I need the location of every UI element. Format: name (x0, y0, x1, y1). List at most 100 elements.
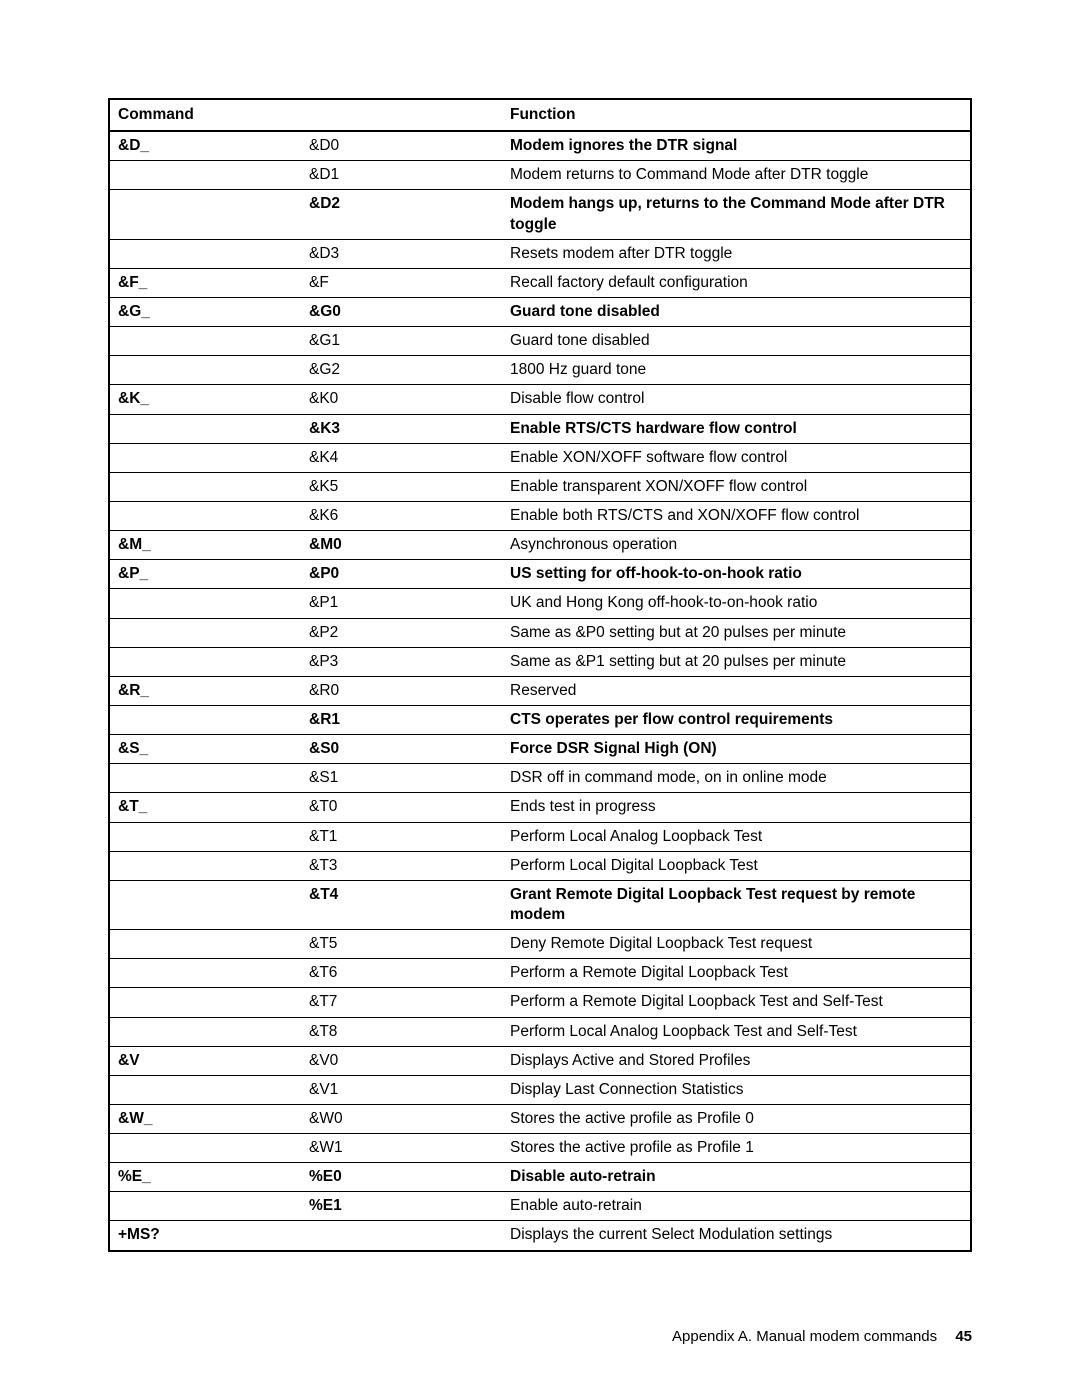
command-cell: &T6 (301, 959, 502, 988)
table-row: +MS?Displays the current Select Modulati… (109, 1221, 971, 1251)
command-cell: &K6 (301, 501, 502, 530)
function-cell: Enable auto-retrain (502, 1192, 971, 1221)
function-cell: Disable auto-retrain (502, 1163, 971, 1192)
table-row: &D_&D0Modem ignores the DTR signal (109, 131, 971, 161)
function-cell: Display Last Connection Statistics (502, 1075, 971, 1104)
function-cell: Ends test in progress (502, 793, 971, 822)
command-cell: &P1 (301, 589, 502, 618)
command-cell: &T7 (301, 988, 502, 1017)
table-row: %E_%E0Disable auto-retrain (109, 1163, 971, 1192)
command-group-cell (109, 1134, 301, 1163)
command-group-cell: &D_ (109, 131, 301, 161)
command-cell: &P2 (301, 618, 502, 647)
table-row: &W1Stores the active profile as Profile … (109, 1134, 971, 1163)
command-cell: &K4 (301, 443, 502, 472)
table-row: &K3Enable RTS/CTS hardware flow control (109, 414, 971, 443)
table-row: &P2Same as &P0 setting but at 20 pulses … (109, 618, 971, 647)
command-group-cell: &V (109, 1046, 301, 1075)
table-row: &K5Enable transparent XON/XOFF flow cont… (109, 472, 971, 501)
command-cell: &K3 (301, 414, 502, 443)
command-cell: &T1 (301, 822, 502, 851)
command-cell: &G0 (301, 297, 502, 326)
table-row: &T1Perform Local Analog Loopback Test (109, 822, 971, 851)
command-group-cell (109, 647, 301, 676)
command-group-cell (109, 161, 301, 190)
command-cell: &M0 (301, 531, 502, 560)
function-cell: Perform Local Analog Loopback Test and S… (502, 1017, 971, 1046)
command-cell (301, 1221, 502, 1251)
command-cell: &R1 (301, 705, 502, 734)
table-row: &D2Modem hangs up, returns to the Comman… (109, 190, 971, 239)
command-group-cell (109, 501, 301, 530)
function-cell: Perform Local Digital Loopback Test (502, 851, 971, 880)
table-body: Command Function &D_&D0Modem ignores the… (109, 99, 971, 1251)
function-cell: UK and Hong Kong off-hook-to-on-hook rat… (502, 589, 971, 618)
command-group-cell (109, 327, 301, 356)
command-group-cell (109, 822, 301, 851)
command-cell: &T8 (301, 1017, 502, 1046)
table-row: &T3Perform Local Digital Loopback Test (109, 851, 971, 880)
function-cell: Deny Remote Digital Loopback Test reques… (502, 930, 971, 959)
command-cell: &W1 (301, 1134, 502, 1163)
command-cell: &K0 (301, 385, 502, 414)
command-cell: &F (301, 268, 502, 297)
function-cell: Enable XON/XOFF software flow control (502, 443, 971, 472)
command-group-cell (109, 880, 301, 929)
table-row: &D1Modem returns to Command Mode after D… (109, 161, 971, 190)
command-cell: &T0 (301, 793, 502, 822)
command-group-cell (109, 356, 301, 385)
command-cell: &D1 (301, 161, 502, 190)
command-cell: %E0 (301, 1163, 502, 1192)
table-row: &T8Perform Local Analog Loopback Test an… (109, 1017, 971, 1046)
command-cell: &D3 (301, 239, 502, 268)
table-row: &R_&R0Reserved (109, 676, 971, 705)
command-cell: &P3 (301, 647, 502, 676)
function-cell: 1800 Hz guard tone (502, 356, 971, 385)
table-row: &R1CTS operates per flow control require… (109, 705, 971, 734)
command-group-cell (109, 959, 301, 988)
function-cell: Stores the active profile as Profile 1 (502, 1134, 971, 1163)
table-row: &S1DSR off in command mode, on in online… (109, 764, 971, 793)
function-cell: Perform a Remote Digital Loopback Test a… (502, 988, 971, 1017)
command-group-cell (109, 705, 301, 734)
command-group-cell (109, 1192, 301, 1221)
command-cell: &V1 (301, 1075, 502, 1104)
table-row: &T_&T0Ends test in progress (109, 793, 971, 822)
table-row: &S_&S0Force DSR Signal High (ON) (109, 735, 971, 764)
command-cell: &S0 (301, 735, 502, 764)
command-group-cell (109, 239, 301, 268)
command-cell: &G2 (301, 356, 502, 385)
command-cell: &D0 (301, 131, 502, 161)
command-cell: &T3 (301, 851, 502, 880)
table-row: &V&V0Displays Active and Stored Profiles (109, 1046, 971, 1075)
command-group-cell (109, 443, 301, 472)
command-cell: &R0 (301, 676, 502, 705)
function-cell: Stores the active profile as Profile 0 (502, 1104, 971, 1133)
table-row: %E1Enable auto-retrain (109, 1192, 971, 1221)
function-cell: Guard tone disabled (502, 327, 971, 356)
command-group-cell: &T_ (109, 793, 301, 822)
function-cell: Modem ignores the DTR signal (502, 131, 971, 161)
function-cell: Displays the current Select Modulation s… (502, 1221, 971, 1251)
command-group-cell: &F_ (109, 268, 301, 297)
function-cell: Enable transparent XON/XOFF flow control (502, 472, 971, 501)
table-row: &T6Perform a Remote Digital Loopback Tes… (109, 959, 971, 988)
command-group-cell: &S_ (109, 735, 301, 764)
function-cell: CTS operates per flow control requiremen… (502, 705, 971, 734)
table-row: &K6Enable both RTS/CTS and XON/XOFF flow… (109, 501, 971, 530)
function-cell: Asynchronous operation (502, 531, 971, 560)
table-row: &K4Enable XON/XOFF software flow control (109, 443, 971, 472)
command-group-cell: &W_ (109, 1104, 301, 1133)
page-footer: Appendix A. Manual modem commands 45 (672, 1328, 972, 1345)
function-cell: DSR off in command mode, on in online mo… (502, 764, 971, 793)
command-cell: &V0 (301, 1046, 502, 1075)
command-cell: &W0 (301, 1104, 502, 1133)
function-cell: Same as &P0 setting but at 20 pulses per… (502, 618, 971, 647)
function-cell: Guard tone disabled (502, 297, 971, 326)
command-group-cell (109, 472, 301, 501)
footer-text: Appendix A. Manual modem commands (672, 1328, 937, 1345)
command-group-cell: &P_ (109, 560, 301, 589)
function-cell: Disable flow control (502, 385, 971, 414)
table-row: &P3Same as &P1 setting but at 20 pulses … (109, 647, 971, 676)
table-row: &T4Grant Remote Digital Loopback Test re… (109, 880, 971, 929)
